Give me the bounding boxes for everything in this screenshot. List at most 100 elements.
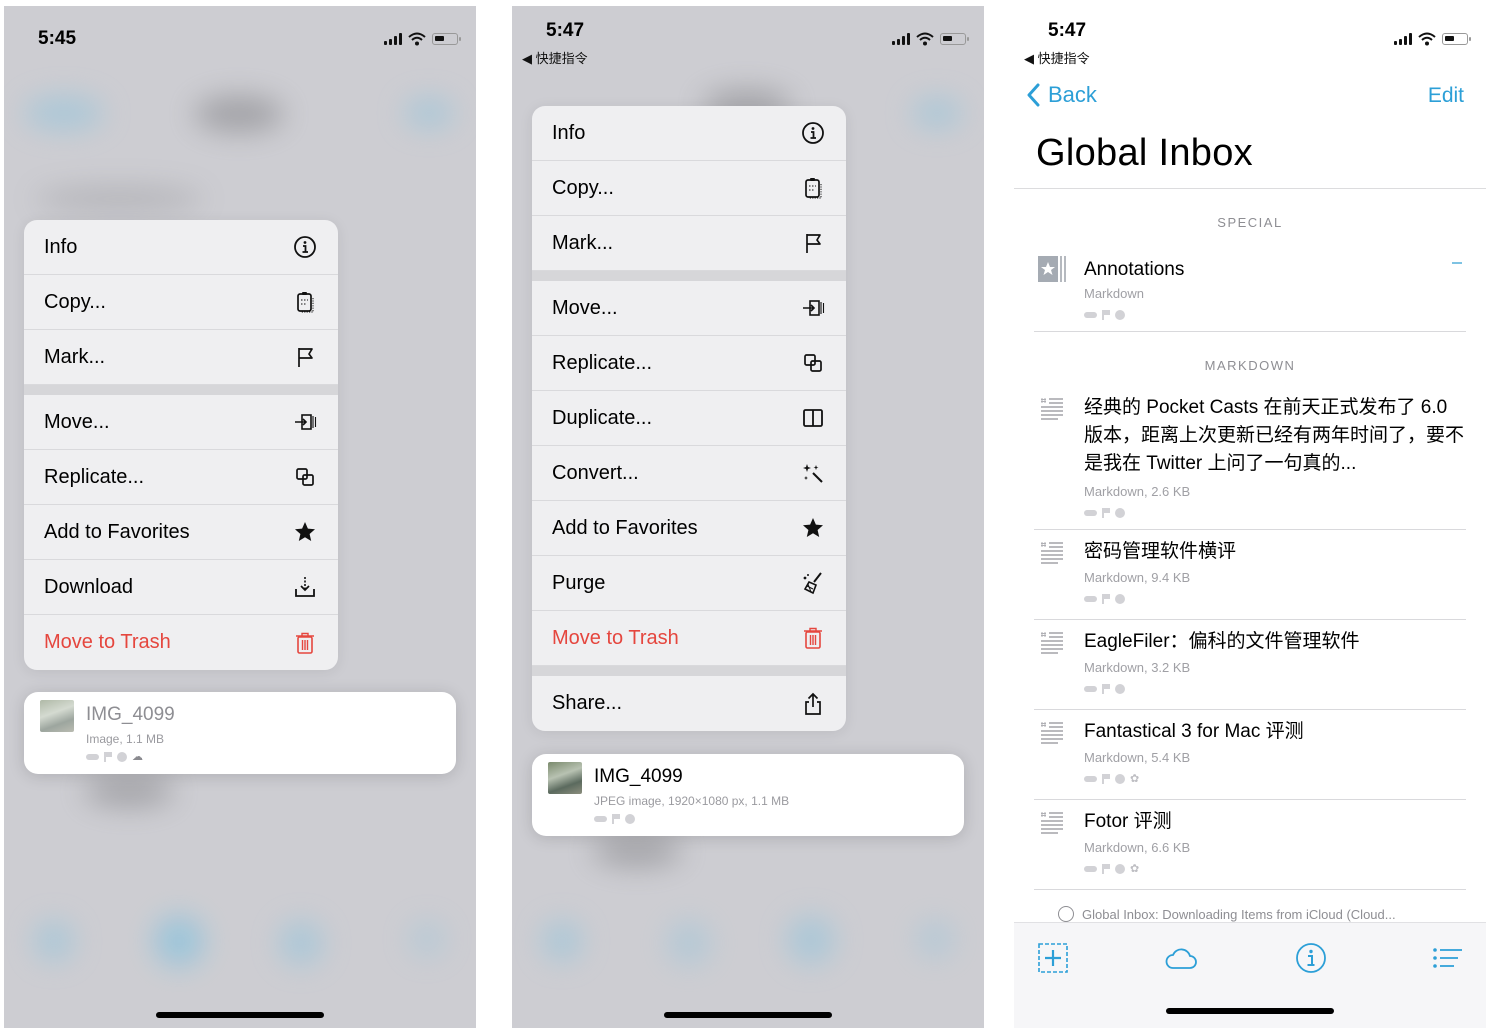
cellular-signal-icon	[892, 33, 910, 45]
item-title: Fotor 评测	[1084, 811, 1172, 832]
item-preview-card[interactable]: IMG_4099 JPEG image, 1920×1080 px, 1.1 M…	[532, 754, 964, 836]
back-to-app-link[interactable]: ◀ 快捷指令	[1024, 48, 1090, 67]
magic-wand-icon	[800, 460, 826, 486]
list-item[interactable]: 经典的 Pocket Casts 在前天正式发布了 6.0版本，距离上次更新已经…	[1034, 390, 1466, 530]
context-menu: Info Copy... Mark... Move... Replicate... Add…	[24, 220, 338, 670]
item-title: 经典的 Pocket Casts 在前天正式发布了 6.0版本，距离上次更新已经…	[1084, 397, 1465, 474]
status-icons	[384, 32, 461, 46]
preview-subtitle: Image, 1.1 MB	[86, 732, 165, 746]
item-title: Fantastical 3 for Mac 评测	[1084, 721, 1304, 742]
list-item[interactable]: 密码管理软件横评 Markdown, 9.4 KB	[1034, 534, 1466, 620]
menu-item-info[interactable]: Info	[532, 106, 846, 161]
list-item-annotations[interactable]: Annotations Markdown	[1034, 246, 1466, 332]
preview-badges: ☁	[86, 751, 143, 763]
screen-1: 5:45 Info Copy... Mark... Move... Replicate.…	[4, 6, 476, 1028]
tag-icon	[1084, 312, 1097, 318]
menu-item-copy[interactable]: Copy...	[24, 275, 338, 330]
menu-item-mark[interactable]: Mark...	[24, 330, 338, 385]
list-item[interactable]: EagleFiler：偏科的文件管理软件 Markdown, 3.2 KB	[1034, 624, 1466, 710]
menu-item-replicate[interactable]: Replicate...	[24, 450, 338, 505]
add-button[interactable]	[1036, 941, 1070, 975]
menu-item-share[interactable]: Share...	[532, 676, 846, 731]
menu-item-label: Replicate...	[44, 465, 145, 488]
cloud-sync-button[interactable]	[1164, 941, 1198, 975]
menu-item-convert[interactable]: Convert...	[532, 446, 846, 501]
cloud-icon: ☁	[132, 751, 143, 763]
battery-icon	[940, 33, 969, 45]
label-icon	[625, 814, 635, 824]
preview-title: IMG_4099	[86, 704, 175, 725]
info-button[interactable]	[1294, 941, 1328, 975]
image-thumbnail	[40, 700, 74, 732]
battery-icon	[432, 33, 461, 45]
download-icon	[292, 574, 318, 600]
trash-icon	[292, 630, 318, 656]
menu-item-label: Mark...	[44, 345, 106, 368]
menu-item-replicate[interactable]: Replicate...	[532, 336, 846, 391]
flag-icon	[1102, 310, 1110, 320]
gear-icon: ✿	[1130, 863, 1140, 875]
flag-icon	[1102, 594, 1110, 604]
duplicate-icon	[800, 405, 826, 431]
menu-item-info[interactable]: Info	[24, 220, 338, 275]
gear-icon: ✿	[1130, 773, 1140, 785]
markdown-document-icon	[1041, 722, 1063, 744]
item-subtitle: Markdown, 3.2 KB	[1084, 660, 1191, 675]
battery-icon	[1442, 33, 1471, 45]
item-title: EagleFiler：偏科的文件管理软件	[1084, 631, 1360, 652]
menu-item-move-to-trash[interactable]: Move to Trash	[532, 611, 846, 666]
wifi-icon	[408, 32, 426, 46]
clipboard-icon	[292, 289, 318, 315]
item-subtitle: Markdown, 6.6 KB	[1084, 840, 1191, 855]
label-icon	[1115, 310, 1125, 320]
list-icon	[1433, 948, 1462, 968]
image-thumbnail	[548, 762, 582, 794]
edit-button[interactable]: Edit	[1428, 84, 1464, 108]
menu-item-move[interactable]: Move...	[24, 395, 338, 450]
menu-item-add-to-favorites[interactable]: Add to Favorites	[532, 501, 846, 556]
status-icons	[1394, 32, 1471, 46]
label-icon	[1115, 864, 1125, 874]
screen-2: 5:47 ◀ 快捷指令 Info Copy... Mark... Move... Rep…	[512, 6, 984, 1028]
item-subtitle: Markdown, 5.4 KB	[1084, 750, 1191, 765]
trash-icon	[800, 625, 826, 651]
star-icon	[800, 515, 826, 541]
menu-item-duplicate[interactable]: Duplicate...	[532, 391, 846, 446]
tag-icon	[594, 816, 607, 822]
menu-item-add-to-favorites[interactable]: Add to Favorites	[24, 505, 338, 560]
back-to-app-link[interactable]: ◀ 快捷指令	[522, 48, 588, 67]
sync-status-text: Global Inbox: Downloading Items from iCl…	[1082, 906, 1396, 922]
flag-icon	[800, 230, 826, 256]
info-icon	[292, 234, 318, 260]
menu-item-purge[interactable]: Purge	[532, 556, 846, 611]
menu-item-mark[interactable]: Mark...	[532, 216, 846, 271]
back-button[interactable]: Back	[1026, 82, 1097, 108]
menu-item-label: Info	[552, 121, 586, 144]
menu-item-move[interactable]: Move...	[532, 281, 846, 336]
menu-item-label: Info	[44, 235, 78, 258]
status-icons	[892, 32, 969, 46]
menu-item-download[interactable]: Download	[24, 560, 338, 615]
menu-group-separator	[532, 271, 846, 281]
home-indicator	[664, 1012, 832, 1018]
list-item[interactable]: Fotor 评测 Markdown, 6.6 KB ✿	[1034, 804, 1466, 890]
menu-item-move-to-trash[interactable]: Move to Trash	[24, 615, 338, 670]
label-icon	[117, 752, 127, 762]
list-item[interactable]: Fantastical 3 for Mac 评测 Markdown, 5.4 KB…	[1034, 714, 1466, 800]
home-indicator	[1166, 1008, 1334, 1014]
list-view-button[interactable]	[1430, 941, 1464, 975]
label-icon	[1115, 774, 1125, 784]
replicate-icon	[292, 464, 318, 490]
item-preview-card[interactable]: IMG_4099 Image, 1.1 MB ☁	[24, 692, 456, 774]
item-badges: ✿	[1084, 773, 1140, 785]
page-title: Global Inbox	[1036, 132, 1253, 174]
home-indicator	[156, 1012, 324, 1018]
cellular-signal-icon	[1394, 33, 1412, 45]
label-icon	[1115, 508, 1125, 518]
item-title: 密码管理软件横评	[1084, 541, 1237, 562]
menu-item-copy[interactable]: Copy...	[532, 161, 846, 216]
info-icon	[1296, 943, 1326, 973]
menu-item-label: Add to Favorites	[552, 516, 698, 539]
tag-icon	[86, 754, 99, 760]
favorites-stack-icon	[1038, 256, 1066, 282]
